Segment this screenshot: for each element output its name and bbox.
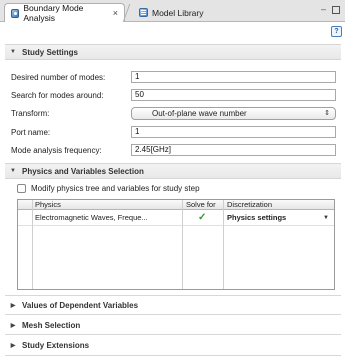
row-divider [18,225,334,226]
tab-label: Boundary Mode Analysis [23,3,84,23]
column-solve-for[interactable]: Solve for [186,200,216,210]
modify-physics-label: Modify physics tree and variables for st… [31,184,200,193]
transform-label: Transform: [11,108,50,118]
port-label: Port name: [11,127,51,137]
maximize-icon[interactable] [332,6,340,14]
frequency-input[interactable]: 2.45[GHz] [131,144,336,156]
section-study-settings[interactable]: ▼ Study Settings [5,44,341,60]
column-discretization[interactable]: Discretization [227,200,272,210]
caret-down-icon: ▼ [10,168,16,174]
section-physics-selection[interactable]: ▼ Physics and Variables Selection [5,163,341,179]
row-frequency: Mode analysis frequency: 2.45[GHz] [11,143,336,157]
modify-physics-row: Modify physics tree and variables for st… [17,184,200,193]
column-divider [182,200,183,289]
row-transform: Transform: Out-of-plane wave number ⇕ [11,106,336,120]
row-desired-modes: Desired number of modes: 1 [11,70,336,84]
table-row[interactable]: Electromagnetic Waves, Freque... ✓ Physi… [18,211,334,225]
row-port-name: Port name: 1 [11,125,336,139]
dropdown-arrow-icon[interactable]: ▼ [323,211,329,225]
section-title: Study Extensions [22,340,90,350]
tab-label: Model Library [152,7,204,18]
column-divider [32,200,33,289]
table-header: Physics Solve for Discretization [18,200,334,210]
boundary-mode-analysis-icon [11,8,20,18]
help-icon[interactable]: ? [331,26,342,37]
close-icon[interactable]: × [113,8,118,18]
section-mesh-selection[interactable]: ▶ Mesh Selection [5,317,341,333]
caret-right-icon: ▶ [10,322,16,329]
caret-right-icon: ▶ [10,302,16,309]
desired-modes-input[interactable]: 1 [131,71,336,83]
editor-tab-bar: Boundary Mode Analysis × Model Library – [0,0,345,23]
minimize-icon[interactable]: – [321,4,326,14]
section-title: Values of Dependent Variables [22,300,139,310]
port-name-input[interactable]: 1 [131,126,336,138]
physics-table: Physics Solve for Discretization Electro… [17,199,335,290]
select-arrows-icon: ⇕ [324,109,330,117]
section-study-extensions[interactable]: ▶ Study Extensions [5,337,341,353]
check-icon[interactable]: ✓ [198,211,206,225]
divider [5,314,341,315]
physics-name: Electromagnetic Waves, Freque... [35,213,148,222]
transform-value: Out-of-plane wave number [152,108,247,118]
row-search-modes: Search for modes around: 50 [11,88,336,102]
model-library-icon [139,8,148,17]
section-title: Mesh Selection [22,320,81,330]
tab-boundary-mode-analysis[interactable]: Boundary Mode Analysis × [4,3,125,23]
divider [5,295,341,296]
modify-physics-checkbox[interactable] [17,184,26,193]
discretization-value[interactable]: Physics settings [227,211,286,225]
search-modes-input[interactable]: 50 [131,89,336,101]
caret-right-icon: ▶ [10,342,16,349]
divider [5,334,341,335]
modes-label: Desired number of modes: [11,72,106,82]
column-physics[interactable]: Physics [35,200,61,210]
section-title: Physics and Variables Selection [22,166,144,176]
section-dependent-variables[interactable]: ▶ Values of Dependent Variables [5,297,341,313]
search-label: Search for modes around: [11,90,104,100]
divider [5,355,341,356]
section-title: Study Settings [22,47,79,57]
frequency-label: Mode analysis frequency: [11,145,102,155]
column-divider [223,200,224,289]
tab-model-library[interactable]: Model Library [133,3,217,22]
caret-down-icon: ▼ [10,49,16,55]
transform-select[interactable]: Out-of-plane wave number ⇕ [131,106,336,120]
